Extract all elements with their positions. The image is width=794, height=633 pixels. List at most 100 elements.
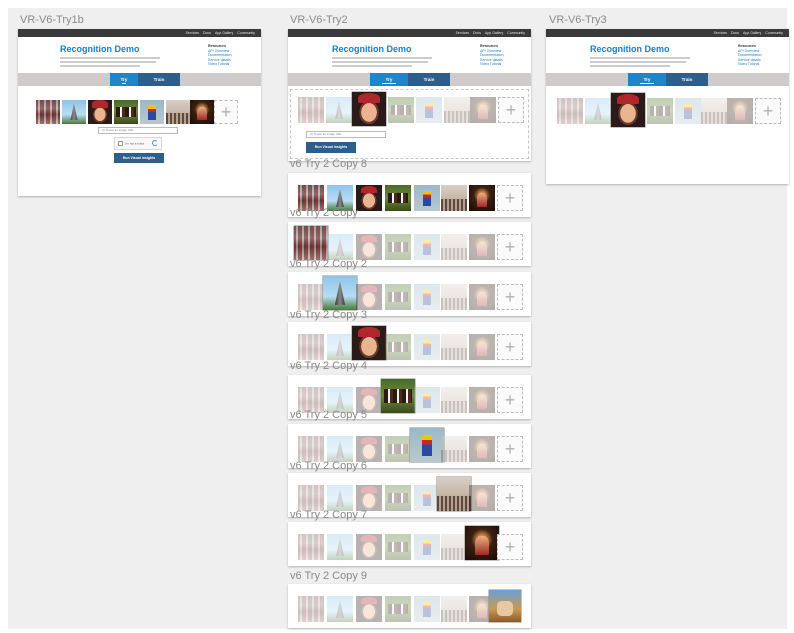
- image-url-input[interactable]: Or Paste an image URL: [98, 127, 178, 134]
- run-button[interactable]: Run Visual Insights: [114, 153, 164, 163]
- thumbnail-face[interactable]: [352, 326, 386, 360]
- add-image-button[interactable]: +: [755, 98, 781, 124]
- thumbnail-tower[interactable]: [327, 234, 353, 260]
- nav-docs[interactable]: Docs: [731, 30, 739, 36]
- thumbnail-street[interactable]: [701, 98, 727, 124]
- thumbnail-tower[interactable]: [327, 334, 353, 360]
- image-url-input[interactable]: Or Paste an image URL: [306, 131, 386, 138]
- thumbnail-crowd[interactable]: [298, 534, 324, 560]
- thumbnail-lego[interactable]: [414, 234, 440, 260]
- thumbnail-street[interactable]: [441, 534, 467, 560]
- thumbnail-street[interactable]: [441, 436, 467, 462]
- variant-label[interactable]: v6 Try 2 Copy: [290, 207, 358, 219]
- thumbnail-horses[interactable]: [385, 596, 411, 622]
- variant-label[interactable]: v6 Try 2 Copy 3: [290, 309, 367, 321]
- thumbnail-lego[interactable]: [675, 98, 701, 124]
- add-image-button[interactable]: +: [497, 436, 523, 462]
- thumbnail-dance[interactable]: [465, 526, 499, 560]
- nav-app-gallery[interactable]: App Gallery: [743, 30, 761, 36]
- frame-try3[interactable]: Services Docs App Gallery Community Reco…: [546, 29, 789, 184]
- add-image-button[interactable]: +: [497, 387, 523, 413]
- thumbnail-dance[interactable]: [469, 387, 495, 413]
- thumbnail-face[interactable]: [356, 485, 382, 511]
- add-image-button[interactable]: +: [497, 334, 523, 360]
- thumbnail-face[interactable]: [88, 100, 112, 124]
- nav-community[interactable]: Community: [507, 30, 525, 36]
- thumbnail-horses[interactable]: [385, 534, 411, 560]
- thumbnail-lego[interactable]: [414, 387, 440, 413]
- thumbnail-uploaded[interactable]: [489, 590, 521, 622]
- thumbnail-crowd[interactable]: [298, 485, 324, 511]
- add-image-button[interactable]: +: [498, 97, 524, 123]
- thumbnail-face[interactable]: [356, 185, 382, 211]
- thumbnail-tower[interactable]: [323, 276, 357, 310]
- nav-app-gallery[interactable]: App Gallery: [215, 30, 233, 36]
- variant-label[interactable]: v6 Try 2 Copy 8: [290, 158, 367, 170]
- frame-try1b[interactable]: Services Docs App Gallery Community Reco…: [18, 29, 261, 196]
- thumbnail-dance[interactable]: [469, 185, 495, 211]
- frame-label-try2[interactable]: VR-V6-Try2: [290, 14, 348, 26]
- nav-services[interactable]: Services: [714, 30, 727, 36]
- thumbnail-dance[interactable]: [190, 100, 214, 124]
- nav-community[interactable]: Community: [765, 30, 783, 36]
- thumbnail-crowd[interactable]: [298, 334, 324, 360]
- thumbnail-face[interactable]: [352, 92, 386, 126]
- thumbnail-street[interactable]: [441, 284, 467, 310]
- nav-services[interactable]: Services: [186, 30, 199, 36]
- add-image-button[interactable]: +: [497, 534, 523, 560]
- frame-try2[interactable]: Services Docs App Gallery Community Reco…: [288, 29, 531, 161]
- thumbnail-lego[interactable]: [414, 284, 440, 310]
- thumbnail-horses[interactable]: [385, 485, 411, 511]
- thumbnail-tower[interactable]: [327, 596, 353, 622]
- thumbnail-horses[interactable]: [647, 98, 673, 124]
- thumbnail-horses[interactable]: [385, 284, 411, 310]
- thumbnail-lego[interactable]: [410, 428, 444, 462]
- thumbnail-face[interactable]: [356, 436, 382, 462]
- add-image-button[interactable]: +: [497, 234, 523, 260]
- nav-docs[interactable]: Docs: [473, 30, 481, 36]
- thumbnail-street[interactable]: [441, 234, 467, 260]
- thumbnail-dance[interactable]: [469, 234, 495, 260]
- thumbnail-dance[interactable]: [727, 98, 753, 124]
- variant-label[interactable]: v6 Try 2 Copy 6: [290, 460, 367, 472]
- nav-services[interactable]: Services: [456, 30, 469, 36]
- thumbnail-street[interactable]: [166, 100, 190, 124]
- add-image-button[interactable]: +: [214, 100, 238, 124]
- thumbnail-tower[interactable]: [327, 485, 353, 511]
- thumbnail-crowd[interactable]: [298, 97, 324, 123]
- thumbnail-horses[interactable]: [385, 185, 411, 211]
- add-image-button[interactable]: +: [497, 485, 523, 511]
- thumbnail-face[interactable]: [356, 534, 382, 560]
- thumbnail-crowd[interactable]: [298, 596, 324, 622]
- thumbnail-street[interactable]: [441, 596, 467, 622]
- captcha-box[interactable]: I'm not a robot: [114, 137, 162, 150]
- thumbnail-lego[interactable]: [416, 97, 442, 123]
- tab-train[interactable]: Train: [408, 73, 450, 86]
- thumbnail-face[interactable]: [356, 284, 382, 310]
- thumbnail-crowd[interactable]: [294, 226, 328, 260]
- add-image-button[interactable]: +: [497, 185, 523, 211]
- add-image-button[interactable]: +: [497, 284, 523, 310]
- variant-label[interactable]: v6 Try 2 Copy 9: [290, 570, 367, 582]
- captcha-checkbox[interactable]: [118, 141, 123, 146]
- variant-label[interactable]: v6 Try 2 Copy 2: [290, 258, 367, 270]
- nav-community[interactable]: Community: [237, 30, 255, 36]
- thumbnail-tower[interactable]: [327, 534, 353, 560]
- thumbnail-tower[interactable]: [326, 97, 352, 123]
- thumbnail-dance[interactable]: [469, 284, 495, 310]
- thumbnail-street[interactable]: [444, 97, 470, 123]
- thumbnail-dance[interactable]: [469, 436, 495, 462]
- thumbnail-street[interactable]: [441, 334, 467, 360]
- thumbnail-street[interactable]: [437, 477, 471, 511]
- thumbnail-horses[interactable]: [388, 97, 414, 123]
- thumbnail-street[interactable]: [441, 387, 467, 413]
- thumbnail-crowd[interactable]: [298, 436, 324, 462]
- tab-try[interactable]: Try: [110, 73, 138, 86]
- run-button[interactable]: Run Visual Insights: [306, 142, 356, 153]
- thumbnail-crowd[interactable]: [36, 100, 60, 124]
- thumbnail-crowd[interactable]: [298, 284, 324, 310]
- nav-app-gallery[interactable]: App Gallery: [485, 30, 503, 36]
- resource-link[interactable]: Video Tutorial: [738, 62, 762, 67]
- thumbnail-horses[interactable]: [385, 334, 411, 360]
- thumbnail-lego[interactable]: [140, 100, 164, 124]
